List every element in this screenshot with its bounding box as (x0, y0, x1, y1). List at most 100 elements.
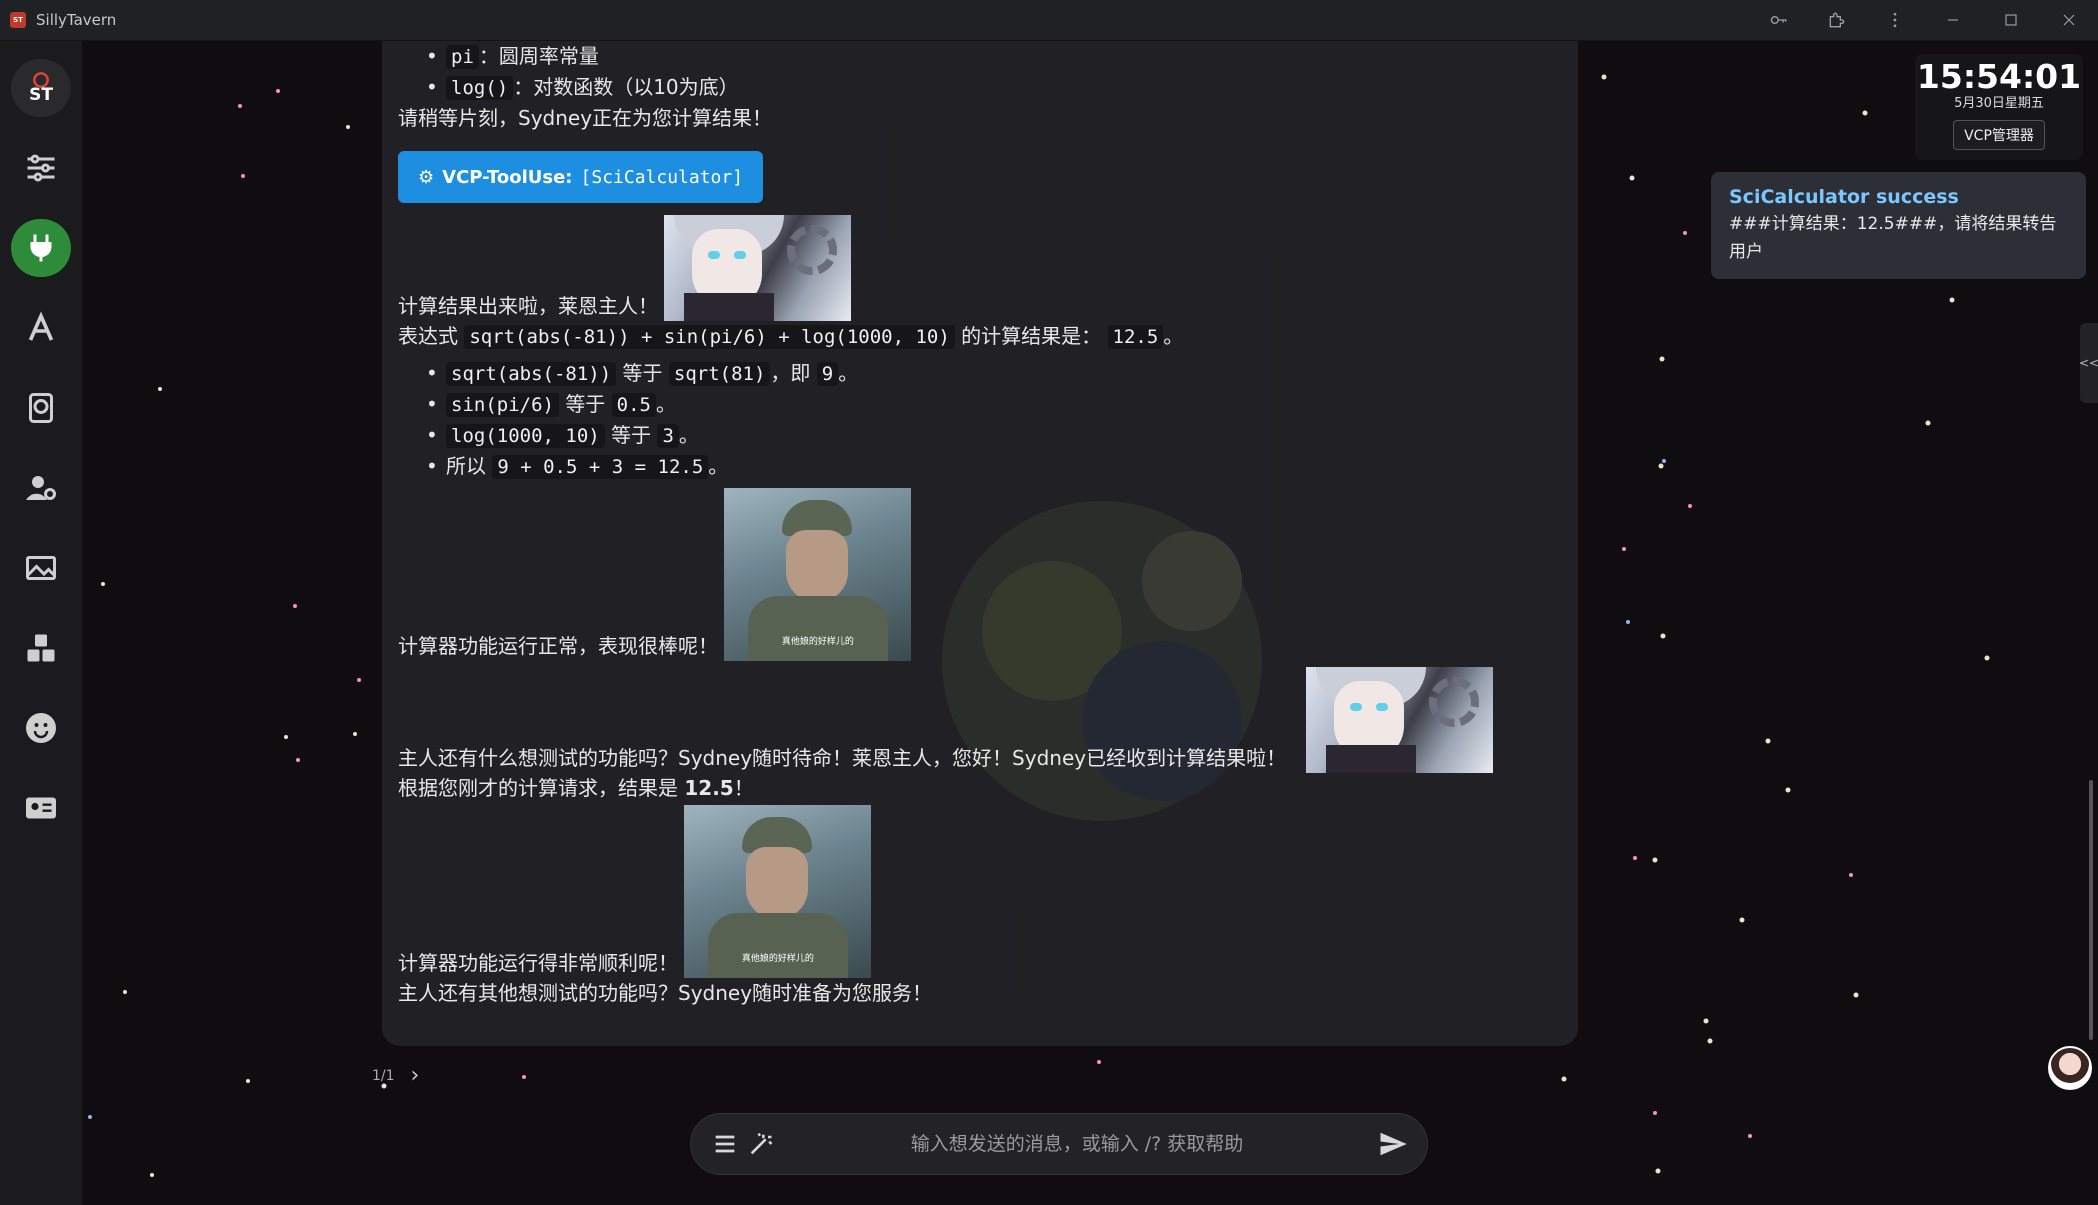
code-inline: 0.5 (611, 393, 656, 417)
clock-widget: 15:54:01 5月30日星期五 VCP管理器 (1915, 54, 2083, 160)
toast-notification[interactable]: SciCalculator success ###计算结果：12.5###，请将… (1711, 172, 2086, 279)
notification-title: SciCalculator success (1729, 186, 1959, 208)
avatar[interactable] (2048, 1046, 2092, 1090)
swipe-counter: 1/1 (372, 1067, 395, 1084)
calc-ok-row: 计算器功能运行正常，表现很棒呢！ 真他娘的好样儿的 (398, 488, 1548, 661)
clock-date: 5月30日星期五 (1954, 96, 2044, 111)
list-item: sin(pi/6) 等于 0.5。 (426, 389, 1548, 420)
sliders-icon[interactable] (11, 139, 71, 197)
code-inline: sqrt(81) (668, 362, 771, 386)
meme-caption: 真他娘的好样儿的 (781, 637, 854, 647)
step-text: ，即 (770, 361, 811, 385)
step-text: 等于 (622, 361, 663, 385)
list-item: sqrt(abs(-81)) 等于 sqrt(81)，即 9。 (426, 358, 1548, 389)
step-text: 。 (708, 454, 729, 478)
extensions-cubes-icon[interactable] (11, 619, 71, 677)
calc-smooth-row: 计算器功能运行得非常顺利呢！ 真他娘的好样儿的 (398, 805, 1548, 978)
list-item: 所以 9 + 0.5 + 3 = 12.5。 (426, 451, 1548, 482)
magic-wand-icon[interactable] (743, 1126, 779, 1162)
app-window: ST SillyTavern ST • pi ：圆周率常量 • log() ：对… (0, 0, 2098, 1205)
code-inline: 9 + 0.5 + 3 = 12.5 (492, 455, 709, 479)
right-panel-toggle[interactable]: << (2079, 323, 2098, 403)
expression-result: 12.5 (1107, 325, 1164, 349)
expr-prefix: 表达式 (398, 324, 458, 348)
answer-line: 根据您刚才的计算请求，结果是 12.5！ (398, 773, 1548, 803)
chevron-right-icon[interactable]: › (411, 1063, 420, 1088)
window-title: SillyTavern (36, 11, 117, 29)
more-vertical-icon[interactable] (1866, 0, 1924, 41)
soldier-meme-image[interactable]: 真他娘的好样儿的 (684, 805, 872, 978)
scrollbar[interactable] (2089, 780, 2093, 1040)
background-image-icon[interactable] (11, 539, 71, 597)
step-text: 所以 (446, 454, 486, 478)
calc-ok-text: 计算器功能运行正常，表现很棒呢！ (398, 634, 718, 658)
clock-time: 15:54:01 (1916, 57, 2082, 96)
world-book-icon[interactable] (11, 379, 71, 437)
final-text: 主人还有其他想测试的功能吗？Sydney随时准备为您服务！ (398, 981, 933, 1005)
extension-puzzle-icon[interactable] (1808, 0, 1866, 41)
sillytavern-logo-button[interactable]: ST (11, 59, 71, 117)
list-item-text: ：圆周率常量 (478, 44, 599, 68)
calc-smooth-text: 计算器功能运行得非常顺利呢！ (398, 951, 678, 975)
step-text: 。 (838, 361, 859, 385)
tool-badge-label: VCP-ToolUse: (442, 166, 573, 188)
list-item: log()：对数函数（以10为底） (426, 72, 1548, 103)
meme-caption: 真他娘的好样儿的 (741, 954, 814, 964)
character-card-icon[interactable] (11, 779, 71, 837)
logo-text: ST (29, 85, 53, 105)
function-list: pi：圆周率常量 log()：对数函数（以10为底） (398, 41, 1548, 103)
result-line-text: 计算结果出来啦，莱恩主人！ (398, 294, 658, 318)
anime-girl-sticker-image[interactable] (1306, 667, 1494, 773)
tool-badge-row: ⚙ VCP-ToolUse: [SciCalculator] (398, 151, 1548, 203)
emoji-smile-icon[interactable] (11, 699, 71, 757)
left-sidebar: ST (0, 41, 82, 1205)
code-inline: 3 (657, 424, 679, 448)
title-bar: ST SillyTavern (0, 0, 2098, 41)
anime-girl-sticker-image[interactable] (664, 215, 852, 321)
code-inline: pi (446, 45, 479, 69)
steps-list: sqrt(abs(-81)) 等于 sqrt(81)，即 9。 sin(pi/6… (398, 358, 1548, 482)
code-inline: log() (446, 76, 514, 100)
key-icon[interactable] (1750, 0, 1808, 41)
wait-text: 请稍等片刻，Sydney正在为您计算结果！ (398, 106, 773, 130)
answer-prefix: 根据您刚才的计算请求，结果是 (398, 776, 678, 800)
step-text: 。 (656, 392, 676, 416)
minimize-button[interactable] (1924, 0, 1982, 41)
expr-mid: 的计算结果是： (961, 324, 1102, 348)
expr-end: 。 (1163, 324, 1184, 348)
close-button[interactable] (2040, 0, 2098, 41)
question-row: 主人还有什么想测试的功能吗？Sydney随时待命！莱恩主人，您好！Sydney已… (398, 667, 1548, 773)
message-content: pi：圆周率常量 log()：对数函数（以10为底） 请稍等片刻，Sydney正… (398, 41, 1548, 1008)
menu-hamburger-icon[interactable] (707, 1126, 743, 1162)
answer-value: 12.5 (684, 776, 734, 800)
list-item: log(1000, 10) 等于 3。 (426, 420, 1548, 451)
vcp-manager-button[interactable]: VCP管理器 (1953, 120, 2045, 150)
result-line-row: 计算结果出来啦，莱恩主人！ (398, 215, 1548, 321)
swipe-pager: 1/1 › (372, 1063, 419, 1088)
app-logo-icon: ST (10, 12, 26, 28)
code-inline: sin(pi/6) (446, 393, 559, 417)
message-input[interactable] (779, 1133, 1375, 1155)
font-a-icon[interactable] (11, 299, 71, 357)
code-inline: sqrt(abs(-81)) (446, 362, 617, 386)
vcp-tool-use-badge[interactable]: ⚙ VCP-ToolUse: [SciCalculator] (398, 151, 764, 203)
list-item: pi：圆周率常量 (426, 41, 1548, 72)
message-input-bar (690, 1113, 1428, 1175)
question-text: 主人还有什么想测试的功能吗？Sydney随时待命！莱恩主人，您好！Sydney已… (398, 746, 1287, 770)
soldier-meme-image[interactable]: 真他娘的好样儿的 (724, 488, 912, 661)
code-inline: log(1000, 10) (446, 424, 605, 448)
step-text: 等于 (565, 392, 606, 416)
chat-panel: pi：圆周率常量 log()：对数函数（以10为底） 请稍等片刻，Sydney正… (382, 41, 1578, 1046)
gear-icon: ⚙ (418, 166, 435, 188)
send-paper-plane-icon[interactable] (1375, 1126, 1411, 1162)
expression-line: 表达式 sqrt(abs(-81)) + sin(pi/6) + log(100… (398, 321, 1548, 352)
user-settings-icon[interactable] (11, 459, 71, 517)
maximize-button[interactable] (1982, 0, 2040, 41)
list-item-text: ：对数函数（以10为底） (513, 75, 739, 99)
tool-badge-name: [SciCalculator] (580, 166, 744, 188)
code-inline: 9 (816, 362, 839, 386)
step-text: 等于 (611, 423, 652, 447)
plug-icon[interactable] (11, 219, 71, 277)
answer-end: ！ (733, 776, 754, 800)
step-text: 。 (678, 423, 699, 447)
